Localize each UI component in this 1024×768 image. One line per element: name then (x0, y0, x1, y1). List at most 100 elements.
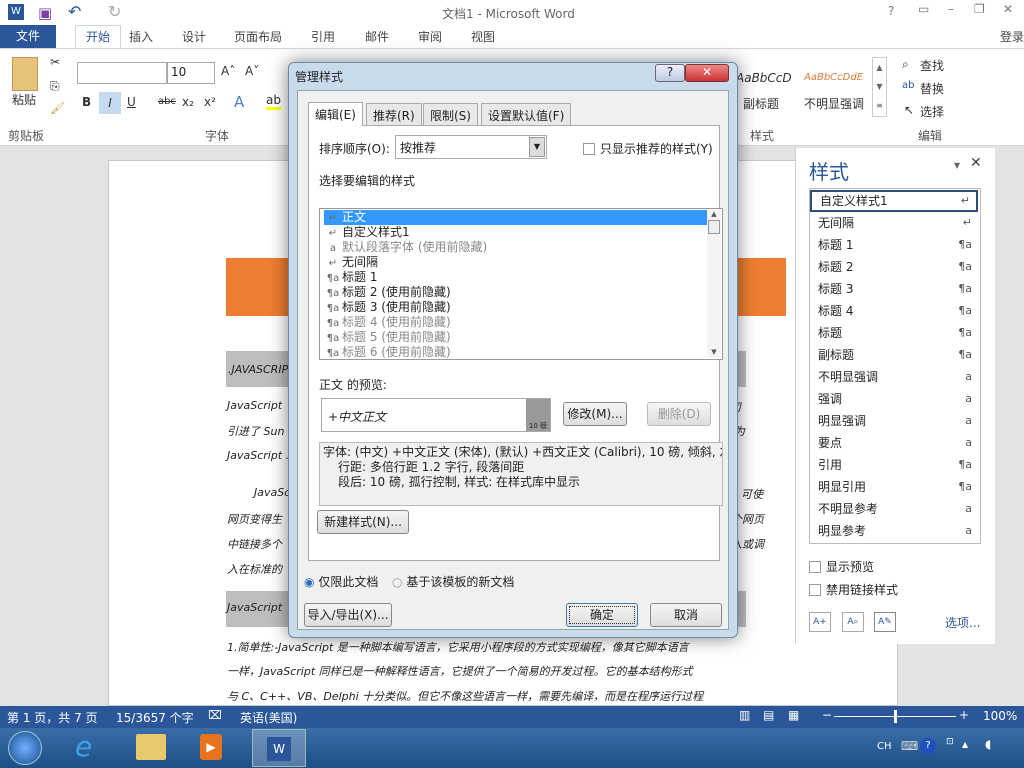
undo-icon[interactable]: ↶ (68, 2, 81, 21)
only-recommended-checkbox[interactable]: 只显示推荐的样式(Y) (583, 140, 713, 157)
select-button[interactable]: 选择 (920, 103, 944, 120)
italic-button[interactable]: I (99, 92, 121, 114)
pane-menu-icon[interactable]: ▾ (954, 158, 960, 172)
zoom-in-button[interactable]: + (959, 708, 969, 722)
cancel-button[interactable]: 取消 (650, 603, 722, 627)
styles-pane-item[interactable]: 标题 2 ¶a (810, 256, 978, 278)
zoom-out-button[interactable]: − (822, 708, 832, 722)
options-link[interactable]: 选项... (945, 614, 980, 631)
font-size-input[interactable]: 10 (167, 62, 215, 84)
styles-pane-item[interactable]: 标题 ¶a (810, 322, 978, 344)
styles-pane-item[interactable]: 无间隔 ↵ (810, 212, 978, 234)
grow-font-button[interactable]: A˄ (221, 64, 235, 78)
language[interactable]: 英语(美国) (240, 709, 297, 726)
keyboard-icon[interactable]: ⌨ (901, 739, 918, 753)
gallery-subtle-emphasis[interactable]: 不明显强调 (804, 95, 864, 112)
gallery-subtitle[interactable]: 副标题 (743, 95, 779, 112)
import-export-button[interactable]: 导入/导出(X)... (304, 603, 392, 627)
styles-pane-item[interactable]: 标题 4 ¶a (810, 300, 978, 322)
show-preview-checkbox[interactable]: 显示预览 (809, 558, 874, 575)
tab-review[interactable]: 审阅 (418, 28, 442, 45)
tab-file[interactable]: 文件 (0, 25, 56, 48)
tab-design[interactable]: 设计 (182, 28, 206, 45)
read-mode-icon[interactable]: ▥ (739, 708, 750, 722)
new-style-icon[interactable]: A+ (809, 612, 831, 632)
close-button[interactable]: ✕ (1003, 2, 1013, 16)
tab-edit[interactable]: 编辑(E) (308, 102, 363, 126)
shrink-font-button[interactable]: A˅ (245, 64, 259, 78)
radio-new-documents[interactable]: ○ 基于该模板的新文档 (392, 573, 514, 590)
proofing-icon[interactable]: ⌧ (208, 708, 222, 722)
delete-button[interactable]: 删除(D) (647, 402, 711, 426)
style-list-item[interactable]: ¶a 标题 5 (使用前隐藏) (324, 330, 708, 345)
manage-styles-icon[interactable]: A✎ (874, 612, 896, 632)
page-count[interactable]: 第 1 页，共 7 页 (7, 709, 98, 726)
ok-button[interactable]: 确定 (566, 603, 638, 627)
help-button[interactable]: ? (888, 4, 894, 18)
explorer-icon[interactable] (136, 734, 166, 760)
modify-button[interactable]: 修改(M)... (563, 402, 627, 426)
zoom-level[interactable]: 100% (983, 709, 1017, 723)
underline-button[interactable]: U (127, 95, 136, 109)
word-taskbar-button[interactable]: W (252, 729, 306, 767)
style-list-item[interactable]: a 默认段落字体 (使用前隐藏) (324, 240, 708, 255)
superscript-button[interactable]: x² (204, 95, 216, 109)
tab-layout[interactable]: 页面布局 (234, 28, 282, 45)
web-layout-icon[interactable]: ▦ (788, 708, 799, 722)
volume-icon[interactable]: ◖ (985, 737, 991, 751)
disable-linked-checkbox[interactable]: 禁用链接样式 (809, 581, 898, 598)
save-icon[interactable]: ▣ (38, 4, 52, 22)
scrollbar[interactable]: ▲ ▼ (707, 210, 721, 358)
strikethrough-button[interactable]: abc (158, 96, 176, 107)
styles-pane-item[interactable]: 自定义样式1 ↵ (810, 190, 978, 212)
styles-pane-item[interactable]: 明显参考 a (810, 520, 978, 542)
style-list-item[interactable]: ↵ 自定义样式1 (324, 225, 708, 240)
close-icon[interactable]: ✕ (970, 155, 982, 171)
styles-pane-item[interactable]: 副标题 ¶a (810, 344, 978, 366)
tab-mailings[interactable]: 邮件 (365, 28, 389, 45)
network-icon[interactable]: ⊡ (946, 737, 954, 747)
tab-recommend[interactable]: 推荐(R) (366, 103, 422, 125)
subscript-button[interactable]: x₂ (182, 95, 194, 109)
highlight-icon[interactable]: ab (266, 93, 281, 110)
styles-pane-item[interactable]: 明显引用 ¶a (810, 476, 978, 498)
styles-pane-item[interactable]: 不明显强调 a (810, 366, 978, 388)
style-list-item[interactable]: ¶a 标题 6 (使用前隐藏) (324, 345, 708, 360)
chevron-down-icon[interactable]: ▼ (529, 137, 545, 157)
tab-view[interactable]: 视图 (471, 28, 495, 45)
style-list-item[interactable]: ¶a 标题 3 (使用前隐藏) (324, 300, 708, 315)
gallery-sample-subtitle[interactable]: AaBbCcD (736, 71, 792, 85)
paste-button[interactable]: 粘贴 (12, 91, 36, 108)
tab-home[interactable]: 开始 (75, 25, 122, 49)
help-tray-icon[interactable]: ? (920, 738, 936, 754)
copy-icon[interactable]: ⎘ (50, 79, 60, 94)
style-list[interactable]: ↵ 正文 ↵ 自定义样式1 a 默认段落字体 (使用前隐藏) ↵ 无间隔 ¶a 标题 1 ¶a 标题 … (319, 208, 723, 360)
find-button[interactable]: 查找 (920, 57, 944, 74)
ie-icon[interactable]: e (75, 730, 92, 763)
new-style-button[interactable]: 新建样式(N)... (317, 510, 409, 534)
style-list-item[interactable]: ¶a 标题 2 (使用前隐藏) (324, 285, 708, 300)
show-hidden-icons[interactable]: ▲ (962, 740, 968, 749)
print-layout-icon[interactable]: ▤ (763, 708, 774, 722)
style-list-item[interactable]: ↵ 正文 (324, 210, 708, 225)
tab-restrict[interactable]: 限制(S) (423, 103, 478, 125)
gallery-scroll[interactable]: ▲ ▼ ≡ (872, 57, 887, 117)
cut-icon[interactable]: ✂ (50, 55, 60, 69)
media-player-icon[interactable]: ▶ (200, 734, 222, 760)
redo-icon[interactable]: ↻ (108, 2, 121, 21)
styles-pane-item[interactable]: 标题 1 ¶a (810, 234, 978, 256)
radio-this-document[interactable]: ◉ 仅限此文档 (304, 573, 378, 590)
tab-insert[interactable]: 插入 (129, 28, 153, 45)
replace-button[interactable]: 替换 (920, 80, 944, 97)
styles-pane-item[interactable]: 要点 a (810, 432, 978, 454)
bold-button[interactable]: B (82, 95, 91, 109)
font-name-input[interactable] (77, 62, 167, 84)
start-button[interactable] (8, 731, 42, 765)
login-link[interactable]: 登录 (1000, 28, 1024, 45)
ribbon-display-button[interactable]: ▭ (918, 2, 929, 16)
text-effects-icon[interactable]: A (234, 93, 244, 111)
sort-order-select[interactable]: 按推荐 ▼ (395, 135, 547, 159)
styles-pane-item[interactable]: 明显强调 a (810, 410, 978, 432)
style-list-item[interactable]: ↵ 无间隔 (324, 255, 708, 270)
restore-button[interactable]: ❐ (974, 2, 985, 16)
